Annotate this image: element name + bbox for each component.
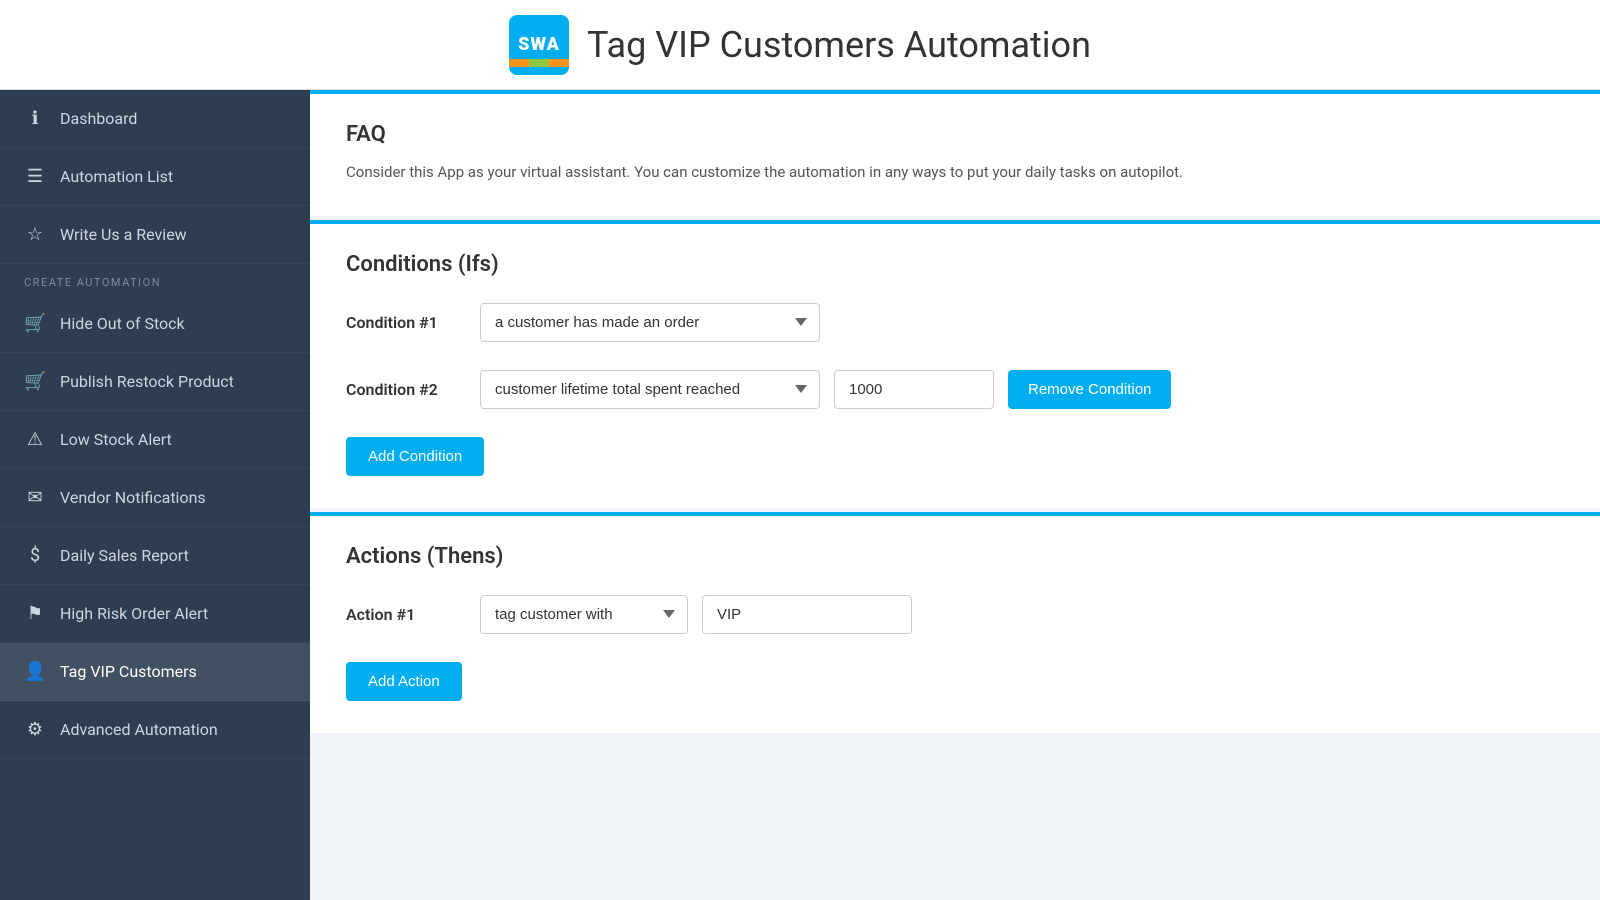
sidebar-label-dashboard: Dashboard [60,109,137,128]
gear-icon: ⚙ [24,719,46,740]
user-icon: 👤 [24,661,46,682]
sidebar-label-vendor: Vendor Notifications [60,488,206,507]
app-logo: SWA [509,15,569,75]
create-automation-section-label: CREATE AUTOMATION [0,264,310,295]
warning-icon: ⚠ [24,429,46,450]
actions-title: Actions (Thens) [346,544,1564,569]
action-1-value-input[interactable] [702,595,912,634]
sidebar-label-advanced: Advanced Automation [60,720,218,739]
sidebar-label-hide-out-of-stock: Hide Out of Stock [60,314,185,333]
condition-1-select[interactable]: a customer has made an order customer li… [480,303,820,342]
condition-2-select[interactable]: a customer has made an order customer li… [480,370,820,409]
condition-1-row: Condition #1 a customer has made an orde… [346,303,1564,342]
logo-text: SWA [518,36,560,54]
sidebar-item-advanced-automation[interactable]: ⚙ Advanced Automation [0,701,310,759]
conditions-content: Conditions (Ifs) Condition #1 a customer… [310,224,1600,508]
condition-2-value-input[interactable] [834,370,994,409]
add-action-button[interactable]: Add Action [346,662,462,701]
header: SWA Tag VIP Customers Automation [0,0,1600,90]
main-content: FAQ Consider this App as your virtual as… [310,90,1600,900]
sidebar-item-hide-out-of-stock[interactable]: 🛒 Hide Out of Stock [0,295,310,353]
flag-icon: ⚑ [24,603,46,624]
page-title: Tag VIP Customers Automation [587,24,1091,66]
star-icon: ☆ [24,224,46,245]
sidebar-label-daily-sales: Daily Sales Report [60,546,189,565]
action-1-label: Action #1 [346,605,466,624]
actions-content: Actions (Thens) Action #1 tag customer w… [310,516,1600,733]
cart-icon: 🛒 [24,313,46,334]
sidebar-item-publish-restock[interactable]: 🛒 Publish Restock Product [0,353,310,411]
condition-2-row: Condition #2 a customer has made an orde… [346,370,1564,409]
conditions-section: Conditions (Ifs) Condition #1 a customer… [310,220,1600,508]
sidebar-label-publish-restock: Publish Restock Product [60,372,234,391]
info-icon: ℹ [24,108,46,129]
sidebar: ℹ Dashboard ☰ Automation List ☆ Write Us… [0,90,310,900]
conditions-title: Conditions (Ifs) [346,252,1564,277]
add-condition-button[interactable]: Add Condition [346,437,484,476]
sidebar-item-automation-list[interactable]: ☰ Automation List [0,148,310,206]
condition-1-label: Condition #1 [346,313,466,332]
faq-description: Consider this App as your virtual assist… [346,161,1564,184]
sidebar-item-dashboard[interactable]: ℹ Dashboard [0,90,310,148]
action-1-row: Action #1 tag customer with send email t… [346,595,1564,634]
faq-title: FAQ [346,122,1564,147]
cart2-icon: 🛒 [24,371,46,392]
faq-card: FAQ Consider this App as your virtual as… [310,90,1600,216]
remove-condition-button[interactable]: Remove Condition [1008,370,1171,409]
sidebar-label-high-risk: High Risk Order Alert [60,604,208,623]
faq-card-content: FAQ Consider this App as your virtual as… [310,94,1600,216]
envelope-icon: ✉ [24,487,46,508]
sidebar-label-tag-vip: Tag VIP Customers [60,662,197,681]
sidebar-item-high-risk-order[interactable]: ⚑ High Risk Order Alert [0,585,310,643]
sidebar-item-daily-sales-report[interactable]: $ Daily Sales Report [0,527,310,585]
sidebar-item-write-review[interactable]: ☆ Write Us a Review [0,206,310,264]
sidebar-item-tag-vip[interactable]: 👤 Tag VIP Customers [0,643,310,701]
layout: ℹ Dashboard ☰ Automation List ☆ Write Us… [0,90,1600,900]
sidebar-item-low-stock-alert[interactable]: ⚠ Low Stock Alert [0,411,310,469]
logo-bar [509,59,569,67]
sidebar-item-vendor-notifications[interactable]: ✉ Vendor Notifications [0,469,310,527]
list-icon: ☰ [24,166,46,187]
sidebar-label-write-review: Write Us a Review [60,225,187,244]
sidebar-label-automation-list: Automation List [60,167,173,186]
actions-section: Actions (Thens) Action #1 tag customer w… [310,512,1600,733]
condition-2-label: Condition #2 [346,380,466,399]
sidebar-label-low-stock: Low Stock Alert [60,430,172,449]
dollar-icon: $ [24,545,46,566]
action-1-select[interactable]: tag customer with send email to customer… [480,595,688,634]
